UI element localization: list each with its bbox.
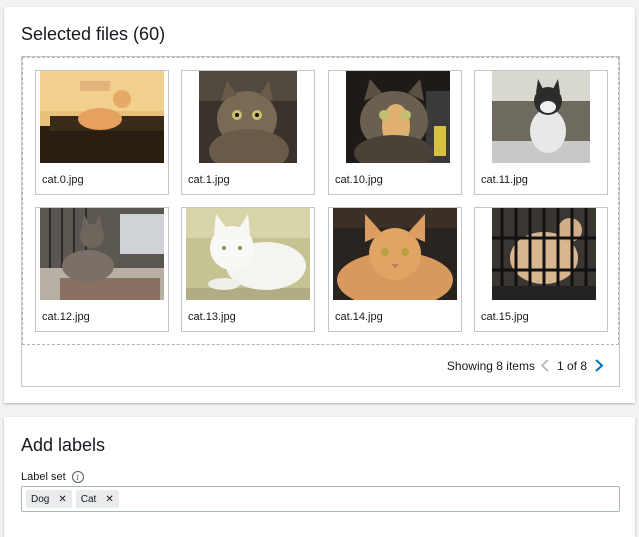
chevron-left-icon[interactable] — [540, 359, 549, 372]
file-name: cat.1.jpg — [188, 174, 230, 186]
file-tile[interactable]: cat.0.jpg — [35, 70, 169, 195]
file-thumbnail — [40, 71, 164, 163]
add-labels-panel: Add labels Label set i Dog ✕ Cat ✕ — [4, 417, 635, 537]
file-thumbnail — [186, 208, 310, 300]
file-tile[interactable]: cat.12.jpg — [35, 207, 169, 332]
selected-files-title: Selected files (60) — [21, 24, 166, 44]
info-icon[interactable]: i — [71, 471, 84, 483]
files-container: cat.0.jpg cat.1.jpg cat.10.jpg cat.11.jp… — [21, 56, 620, 387]
file-name: cat.11.jpg — [481, 174, 528, 186]
file-grid: cat.0.jpg cat.1.jpg cat.10.jpg cat.11.jp… — [22, 57, 619, 345]
file-name: cat.10.jpg — [335, 174, 383, 186]
file-thumbnail — [199, 71, 297, 163]
file-name: cat.12.jpg — [42, 311, 90, 323]
page-indicator: 1 of 8 — [556, 358, 587, 373]
file-tile[interactable]: cat.13.jpg — [181, 207, 315, 332]
file-thumbnail — [492, 208, 596, 300]
label-tag: Dog ✕ — [26, 490, 72, 508]
file-name: cat.0.jpg — [42, 174, 84, 186]
chevron-right-icon[interactable] — [595, 359, 603, 372]
close-icon[interactable]: ✕ — [105, 494, 113, 505]
file-thumbnail — [346, 71, 450, 163]
file-tile[interactable]: cat.11.jpg — [474, 70, 608, 195]
pagination-bar: Showing 8 items 1 of 8 — [22, 345, 619, 386]
add-labels-title: Add labels — [21, 435, 106, 455]
file-thumbnail — [333, 208, 457, 300]
label-set-label: Label set i — [21, 471, 84, 483]
file-tile[interactable]: cat.1.jpg — [181, 70, 315, 195]
showing-count: Showing 8 items — [446, 358, 535, 373]
selected-files-panel: Selected files (60) cat.0.jpg cat.1.jpg … — [4, 7, 635, 403]
label-tag: Cat ✕ — [75, 490, 119, 508]
file-tile[interactable]: cat.14.jpg — [328, 207, 462, 332]
file-thumbnail — [492, 71, 590, 163]
label-tag-text: Dog — [31, 493, 50, 505]
file-name: cat.13.jpg — [188, 311, 236, 323]
file-tile[interactable]: cat.15.jpg — [474, 207, 608, 332]
label-set-input[interactable]: Dog ✕ Cat ✕ — [21, 486, 620, 512]
label-tag-text: Cat — [80, 493, 97, 505]
pagination: Showing 8 items 1 of 8 — [447, 345, 609, 386]
label-set-text: Label set — [21, 471, 66, 483]
close-icon[interactable]: ✕ — [58, 494, 66, 505]
file-tile[interactable]: cat.10.jpg — [328, 70, 462, 195]
file-thumbnail — [40, 208, 164, 300]
file-name: cat.14.jpg — [335, 311, 383, 323]
file-name: cat.15.jpg — [481, 311, 529, 323]
